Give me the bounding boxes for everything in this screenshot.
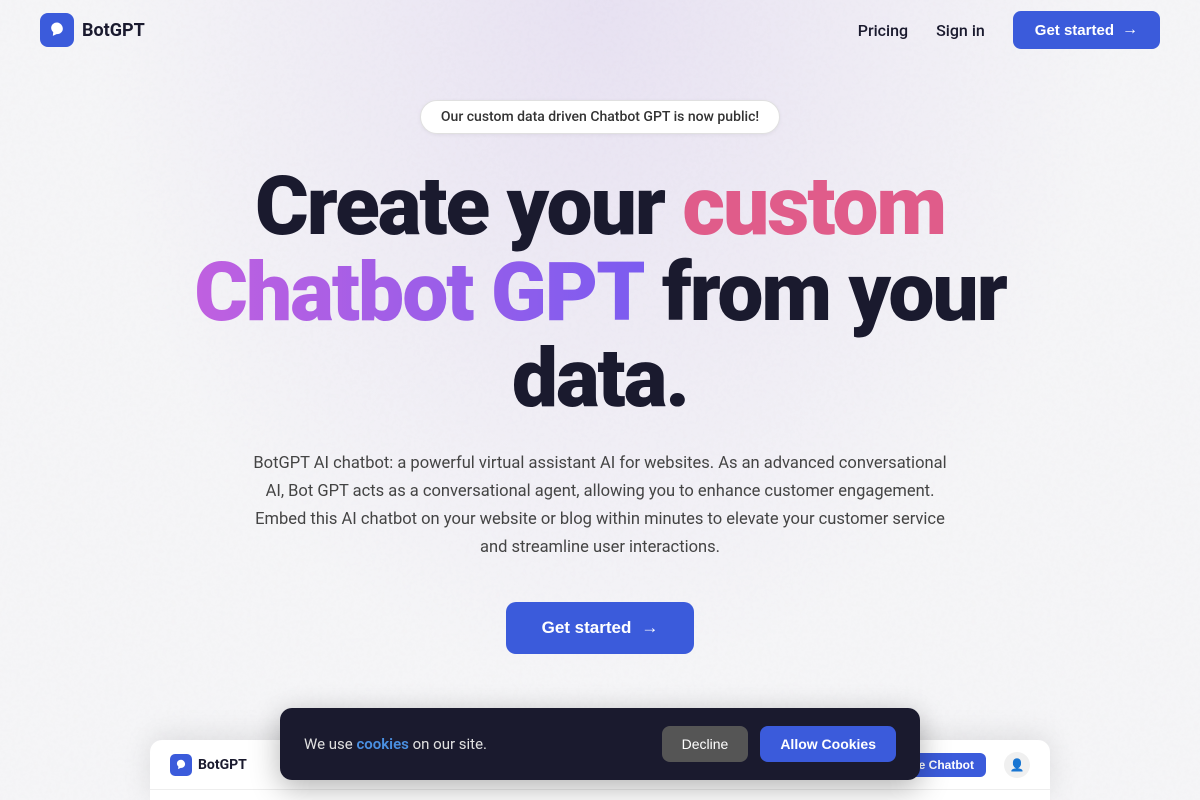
hero-description: BotGPT AI chatbot: a powerful virtual as…	[250, 450, 950, 562]
announcement-badge: Our custom data driven Chatbot GPT is no…	[420, 100, 780, 134]
hero-title-from-your: from your	[644, 245, 1006, 341]
cookie-banner: We use cookies on our site. Decline Allo…	[280, 708, 920, 780]
hero-section: Our custom data driven Chatbot GPT is no…	[0, 60, 1200, 694]
logo-text: BotGPT	[82, 20, 145, 41]
cookie-text-prefix: We use	[304, 735, 356, 753]
decline-button[interactable]: Decline	[662, 726, 749, 762]
nav-signin[interactable]: Sign in	[936, 21, 985, 40]
hero-title: Create your custom Chatbot GPT from your…	[194, 164, 1006, 422]
cookie-text-suffix: on our site.	[409, 735, 487, 753]
cookies-link[interactable]: cookies	[356, 735, 408, 753]
hero-arrow-icon: →	[641, 618, 658, 638]
navbar: BotGPT Pricing Sign in Get started →	[0, 0, 1200, 60]
allow-cookies-button[interactable]: Allow Cookies	[760, 726, 896, 762]
hero-title-custom: custom	[682, 159, 945, 255]
preview-logo-icon	[170, 754, 192, 776]
logo-icon	[40, 13, 74, 47]
hero-get-started-button[interactable]: Get started →	[506, 602, 695, 654]
preview-logo-text: BotGPT	[198, 757, 247, 773]
nav-right: Pricing Sign in Get started →	[858, 11, 1160, 49]
logo[interactable]: BotGPT	[40, 13, 145, 47]
hero-title-data: data.	[512, 331, 688, 427]
nav-get-started-button[interactable]: Get started →	[1013, 11, 1160, 49]
hero-title-create: Create your	[255, 159, 682, 255]
arrow-icon: →	[1122, 21, 1138, 39]
hero-title-chatbot-gpt: Chatbot GPT	[194, 245, 643, 341]
preview-user-icon[interactable]: 👤	[1004, 752, 1030, 778]
cookie-actions: Decline Allow Cookies	[662, 726, 896, 762]
cookie-text: We use cookies on our site.	[304, 735, 487, 753]
nav-pricing[interactable]: Pricing	[858, 21, 908, 40]
preview-logo: BotGPT	[170, 754, 247, 776]
